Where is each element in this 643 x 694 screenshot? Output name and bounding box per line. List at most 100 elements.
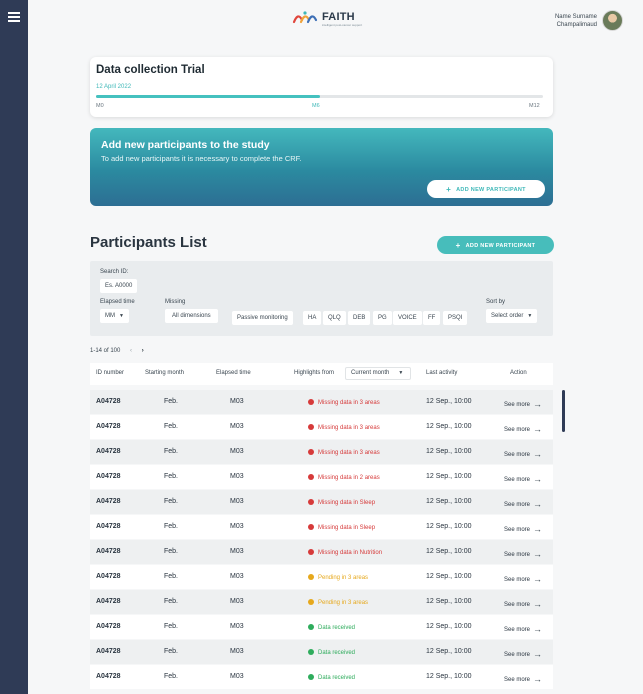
highlight-status: Pending in 3 areas bbox=[308, 573, 368, 581]
table-row[interactable]: A04728 Feb. M03 12 Sep., 10:00 Missing data … bbox=[90, 490, 553, 514]
missing-option-all[interactable]: All dimensions bbox=[165, 309, 218, 323]
participant-id: A04728 bbox=[96, 448, 121, 455]
starting-month: Feb. bbox=[164, 398, 179, 405]
table-row[interactable]: A04728 Feb. M03 12 Sep., 10:00 Missing data … bbox=[90, 390, 553, 414]
see-more-link[interactable]: See more → bbox=[504, 474, 542, 484]
elapsed-time-label: Elapsed time bbox=[100, 299, 135, 305]
col-highlights: Highlights from bbox=[294, 370, 335, 376]
col-last-activity: Last activity bbox=[426, 370, 458, 376]
table-row[interactable]: A04728 Feb. M03 12 Sep., 10:00 Missing data … bbox=[90, 415, 553, 439]
col-starting-month: Starting month bbox=[145, 370, 185, 376]
highlight-text: Pending in 3 areas bbox=[318, 599, 369, 606]
see-more-link[interactable]: See more → bbox=[504, 624, 542, 634]
missing-option-voice[interactable]: VOICE bbox=[393, 311, 422, 325]
user-profile[interactable]: Name Surname Champalimaud bbox=[543, 10, 623, 32]
table-row[interactable]: A04728 Feb. M03 12 Sep., 10:00 Pending in 3 … bbox=[90, 590, 553, 614]
see-more-link[interactable]: See more → bbox=[504, 574, 542, 584]
trial-progress-card: Data collection Trial 12 April 2022 M0 M… bbox=[90, 57, 553, 117]
highlights-period-select[interactable]: Current month ▼ bbox=[345, 367, 411, 380]
participant-id: A04728 bbox=[96, 423, 121, 430]
missing-option-deb[interactable]: DEB bbox=[348, 311, 371, 325]
faith-logo-icon bbox=[292, 11, 318, 24]
see-more-link[interactable]: See more → bbox=[504, 549, 542, 559]
avatar[interactable] bbox=[602, 10, 623, 31]
arrow-right-icon: → bbox=[533, 674, 543, 684]
add-participant-button[interactable]: + ADD NEW PARTICIPANT bbox=[437, 236, 554, 254]
starting-month: Feb. bbox=[164, 498, 179, 505]
see-more-link[interactable]: See more → bbox=[504, 599, 542, 609]
banner-subtitle: To add new participants it is necessary … bbox=[101, 154, 302, 163]
highlight-status: Missing data in Nutrition bbox=[308, 548, 382, 556]
missing-option-pg[interactable]: PG bbox=[373, 311, 392, 325]
see-more-link[interactable]: See more → bbox=[504, 499, 542, 509]
trial-date: 12 April 2022 bbox=[96, 84, 132, 90]
highlight-text: Missing data in Sleep bbox=[318, 524, 376, 531]
table-row[interactable]: A04728 Feb. M03 12 Sep., 10:00 Data received… bbox=[90, 665, 553, 689]
table-row[interactable]: A04728 Feb. M03 12 Sep., 10:00 Missing data … bbox=[90, 515, 553, 539]
banner-add-participant-button[interactable]: + ADD NEW PARTICIPANT bbox=[427, 180, 545, 198]
status-dot-icon bbox=[308, 398, 314, 405]
status-dot-icon bbox=[308, 523, 314, 530]
starting-month: Feb. bbox=[164, 623, 179, 630]
participant-id: A04728 bbox=[96, 473, 121, 480]
missing-option-passive[interactable]: Passive monitoring bbox=[232, 311, 293, 325]
main-content: FAITH intelligent post-cancer support Na… bbox=[28, 0, 643, 694]
table-row[interactable]: A04728 Feb. M03 12 Sep., 10:00 Data received… bbox=[90, 640, 553, 664]
highlight-text: Data received bbox=[318, 674, 356, 681]
last-activity: 12 Sep., 10:00 bbox=[426, 598, 472, 605]
pagination: 1-14 of 100 ‹ › bbox=[90, 348, 144, 354]
chevron-left-icon[interactable]: ‹ bbox=[130, 348, 132, 354]
highlight-status: Missing data in 3 areas bbox=[308, 398, 380, 406]
highlight-status: Missing data in Sleep bbox=[308, 498, 375, 506]
highlight-status: Data received bbox=[308, 673, 356, 681]
app-logo: FAITH intelligent post-cancer support bbox=[292, 9, 362, 29]
starting-month: Feb. bbox=[164, 573, 179, 580]
starting-month: Feb. bbox=[164, 423, 179, 430]
last-activity: 12 Sep., 10:00 bbox=[426, 473, 472, 480]
arrow-right-icon: → bbox=[533, 574, 543, 584]
elapsed-time-select[interactable]: MM ▼ bbox=[100, 309, 129, 323]
table-row[interactable]: A04728 Feb. M03 12 Sep., 10:00 Missing data … bbox=[90, 440, 553, 464]
scrollbar[interactable] bbox=[562, 390, 565, 432]
see-more-link[interactable]: See more → bbox=[504, 449, 542, 459]
arrow-right-icon: → bbox=[533, 649, 543, 659]
sort-select[interactable]: Select order ▼ bbox=[486, 309, 538, 323]
chevron-right-icon[interactable]: › bbox=[142, 348, 144, 354]
status-dot-icon bbox=[308, 498, 314, 505]
highlight-status: Missing data in 2 areas bbox=[308, 473, 380, 481]
trial-title: Data collection Trial bbox=[96, 64, 205, 76]
last-activity: 12 Sep., 10:00 bbox=[426, 448, 472, 455]
table-row[interactable]: A04728 Feb. M03 12 Sep., 10:00 Data received… bbox=[90, 615, 553, 639]
sort-label: Sort by bbox=[486, 299, 506, 305]
highlight-text: Missing data in 3 areas bbox=[318, 399, 380, 406]
highlight-text: Data received bbox=[318, 649, 356, 656]
search-input[interactable]: Es. A0000 bbox=[100, 279, 138, 293]
menu-icon[interactable] bbox=[8, 12, 20, 22]
table-row[interactable]: A04728 Feb. M03 12 Sep., 10:00 Missing data … bbox=[90, 540, 553, 564]
starting-month: Feb. bbox=[164, 648, 179, 655]
arrow-right-icon: → bbox=[533, 399, 543, 409]
page-title: Participants List bbox=[90, 234, 207, 251]
see-more-link[interactable]: See more → bbox=[504, 399, 542, 409]
add-participants-banner: Add new participants to the study To add… bbox=[90, 128, 553, 206]
last-activity: 12 Sep., 10:00 bbox=[426, 573, 472, 580]
highlight-text: Missing data in 3 areas bbox=[318, 449, 380, 456]
starting-month: Feb. bbox=[164, 548, 179, 555]
see-more-link[interactable]: See more → bbox=[504, 424, 542, 434]
participant-id: A04728 bbox=[96, 498, 121, 505]
last-activity: 12 Sep., 10:00 bbox=[426, 498, 472, 505]
starting-month: Feb. bbox=[164, 598, 179, 605]
table-row[interactable]: A04728 Feb. M03 12 Sep., 10:00 Missing data … bbox=[90, 465, 553, 489]
see-more-link[interactable]: See more → bbox=[504, 649, 542, 659]
see-more-link[interactable]: See more → bbox=[504, 674, 542, 684]
see-more-link[interactable]: See more → bbox=[504, 524, 542, 534]
missing-option-qlq[interactable]: QLQ bbox=[323, 311, 346, 325]
user-name: Name Surname bbox=[554, 14, 597, 20]
highlight-text: Data received bbox=[318, 624, 356, 631]
participant-id: A04728 bbox=[96, 573, 121, 580]
missing-option-ff[interactable]: FF bbox=[423, 311, 441, 325]
table-row[interactable]: A04728 Feb. M03 12 Sep., 10:00 Pending in 3 … bbox=[90, 565, 553, 589]
plus-icon: + bbox=[446, 184, 452, 194]
missing-option-ha[interactable]: HA bbox=[303, 311, 322, 325]
missing-option-psqi[interactable]: PSQI bbox=[443, 311, 468, 325]
